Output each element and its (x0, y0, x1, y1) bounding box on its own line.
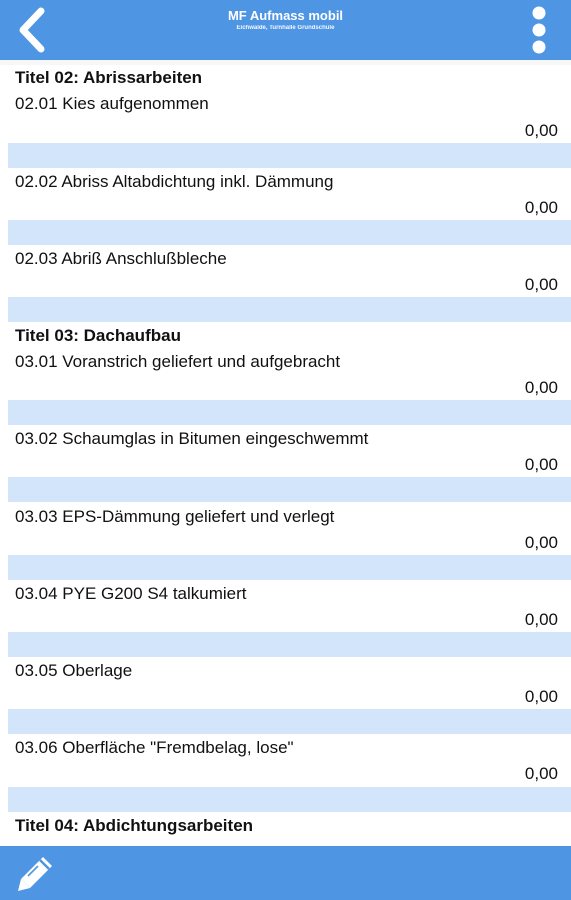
list-item-name[interactable]: 03.06 Oberfläche "Fremdbelag, lose" (15, 738, 294, 758)
pencil-icon (18, 857, 52, 891)
app-subtitle: Eichwalde, Turnhalle Grundschule (236, 25, 335, 31)
list-item-value: 0,00 (524, 198, 558, 217)
list-item-name[interactable]: 03.01 Voranstrich geliefert und aufgebra… (15, 352, 340, 372)
item-separator (8, 143, 571, 168)
list-item-name[interactable]: 03.04 PYE G200 S4 talkumiert (15, 584, 247, 604)
list-item-value: 0,00 (524, 610, 558, 629)
item-separator (8, 400, 571, 425)
list-item-value: 0,00 (524, 764, 558, 783)
list-item-name[interactable]: 03.03 EPS-Dämmung geliefert und verlegt (15, 507, 334, 527)
item-separator (8, 297, 571, 322)
back-button[interactable] (8, 4, 56, 56)
item-separator (8, 477, 571, 502)
list-item-name[interactable]: 02.01 Kies aufgenommen (15, 94, 209, 114)
section-title: Titel 03: Dachaufbau (15, 326, 181, 345)
list-item-name[interactable]: 02.03 Abriß Anschlußbleche (15, 249, 227, 269)
list-item-value: 0,00 (524, 455, 558, 474)
chevron-left-icon (19, 7, 45, 53)
item-separator (8, 555, 571, 580)
item-separator (8, 632, 571, 657)
list-item-value: 0,00 (524, 687, 558, 706)
bottom-toolbar (0, 846, 571, 900)
measurement-list: Titel 02: Abrissarbeiten 02.01 Kies aufg… (0, 60, 571, 846)
app-title: MF Aufmass mobil (227, 8, 344, 23)
list-item-value: 0,00 (524, 378, 558, 397)
list-top-divider (0, 60, 571, 65)
section-title: Titel 04: Abdichtungsarbeiten (15, 816, 254, 835)
edit-button[interactable] (12, 850, 60, 896)
app-header: MF Aufmass mobil Eichwalde, Turnhalle Gr… (0, 0, 571, 60)
list-item-name[interactable]: 03.05 Oberlage (15, 661, 132, 681)
list-item-value: 0,00 (524, 533, 558, 552)
more-vertical-icon (532, 6, 546, 54)
item-separator (8, 709, 571, 734)
overflow-menu-button[interactable] (521, 4, 557, 56)
list-item-value: 0,00 (524, 121, 558, 140)
section-title: Titel 02: Abrissarbeiten (15, 68, 203, 87)
item-separator (8, 220, 571, 245)
header-title-block: MF Aufmass mobil Eichwalde, Turnhalle Gr… (100, 8, 471, 33)
list-item-name[interactable]: 03.02 Schaumglas in Bitumen eingeschwemm… (15, 429, 368, 449)
item-separator (8, 787, 571, 812)
list-item-value: 0,00 (524, 275, 558, 294)
list-item-name[interactable]: 02.02 Abriss Altabdichtung inkl. Dämmung (15, 172, 333, 192)
